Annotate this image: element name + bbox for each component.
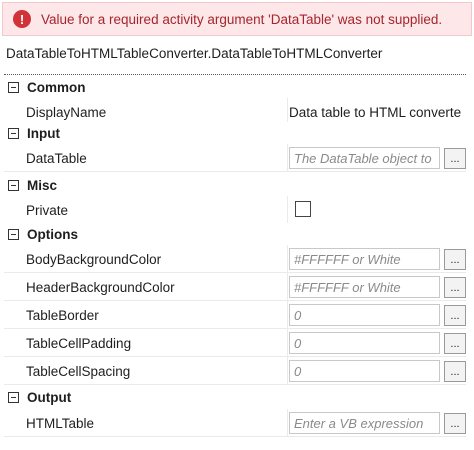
property-name: Private <box>26 202 69 218</box>
collapse-icon[interactable] <box>8 127 19 139</box>
htmltable-input[interactable] <box>289 412 440 434</box>
column-divider <box>287 144 288 172</box>
collapse-icon[interactable] <box>8 228 19 240</box>
column-divider <box>287 409 288 437</box>
error-message: Value for a required activity argument '… <box>41 11 443 27</box>
category-label: Output <box>27 389 72 405</box>
column-divider <box>287 301 288 329</box>
category-output[interactable]: Output <box>4 386 466 408</box>
property-row-tablecellspacing: TableCellSpacing ... <box>4 357 466 385</box>
property-row-tableborder: TableBorder ... <box>4 301 466 329</box>
htmltable-ellipsis-button[interactable]: ... <box>444 413 466 434</box>
column-divider <box>287 357 288 385</box>
category-label: Input <box>27 125 60 141</box>
category-options[interactable]: Options <box>4 223 466 245</box>
tablecellpadding-input[interactable] <box>289 332 440 354</box>
property-name: DataTable <box>26 150 87 166</box>
property-row-bodybackgroundcolor: BodyBackgroundColor ... <box>4 245 466 273</box>
property-row-tablecellpadding: TableCellPadding ... <box>4 329 466 357</box>
column-divider <box>287 329 288 357</box>
private-checkbox[interactable] <box>295 201 311 217</box>
property-row-private: Private <box>4 196 466 224</box>
bodybackgroundcolor-input[interactable] <box>289 248 440 270</box>
error-banner: ! Value for a required activity argument… <box>2 2 472 36</box>
column-divider <box>287 245 288 273</box>
collapse-icon[interactable] <box>8 391 19 403</box>
tablecellpadding-ellipsis-button[interactable]: ... <box>444 333 466 354</box>
property-name: TableCellPadding <box>26 335 132 351</box>
property-grid: Common DisplayName Data table to HTML co… <box>4 74 466 440</box>
column-divider <box>287 196 288 224</box>
property-name: TableBorder <box>26 307 99 323</box>
activity-type-name: DataTableToHTMLTableConverter.DataTableT… <box>6 46 383 61</box>
property-name: TableCellSpacing <box>26 363 131 379</box>
bodybackgroundcolor-ellipsis-button[interactable]: ... <box>444 249 466 270</box>
property-name: BodyBackgroundColor <box>26 251 162 267</box>
property-name: HeaderBackgroundColor <box>26 279 175 295</box>
tablecellspacing-ellipsis-button[interactable]: ... <box>444 361 466 382</box>
category-label: Common <box>27 79 86 95</box>
datatable-ellipsis-button[interactable]: ... <box>444 148 466 169</box>
column-divider <box>287 273 288 301</box>
tableborder-input[interactable] <box>289 304 440 326</box>
headerbackgroundcolor-ellipsis-button[interactable]: ... <box>444 277 466 298</box>
category-label: Options <box>27 226 78 242</box>
category-common[interactable]: Common <box>4 76 466 98</box>
property-name: HTMLTable <box>26 415 95 431</box>
property-row-htmltable: HTMLTable ... <box>4 409 466 437</box>
category-label: Misc <box>27 177 58 193</box>
collapse-icon[interactable] <box>8 179 19 191</box>
property-row-datatable: DataTable ... <box>4 144 466 172</box>
category-misc[interactable]: Misc <box>4 174 466 196</box>
exclamation-icon: ! <box>13 10 31 28</box>
tablecellspacing-input[interactable] <box>289 360 440 382</box>
tableborder-ellipsis-button[interactable]: ... <box>444 305 466 326</box>
property-row-headerbackgroundcolor: HeaderBackgroundColor ... <box>4 273 466 301</box>
datatable-input[interactable] <box>289 147 440 169</box>
collapse-icon[interactable] <box>8 81 19 93</box>
headerbackgroundcolor-input[interactable] <box>289 276 440 298</box>
category-input[interactable]: Input <box>4 122 466 144</box>
